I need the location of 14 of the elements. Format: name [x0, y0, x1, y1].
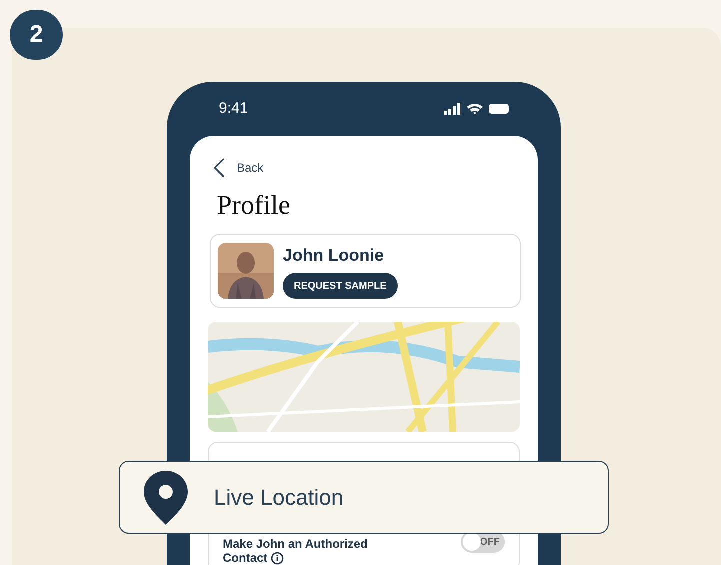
location-pin-icon: [144, 470, 188, 524]
callout-label: Live Location: [214, 484, 344, 512]
battery-icon: [489, 104, 509, 114]
step-badge: 2: [10, 10, 63, 60]
info-icon[interactable]: [271, 552, 284, 565]
wifi-icon: [467, 103, 483, 115]
back-icon: [214, 158, 225, 178]
signal-icon: [444, 103, 461, 115]
back-button[interactable]: Back: [214, 158, 264, 178]
profile-name: John Loonie: [283, 244, 384, 267]
request-sample-button[interactable]: REQUEST SAMPLE: [283, 273, 398, 300]
page-title: Profile: [217, 189, 292, 222]
authorized-contact-label: Make John an Authorized Contact: [223, 537, 369, 565]
status-time: 9:41: [219, 98, 248, 119]
